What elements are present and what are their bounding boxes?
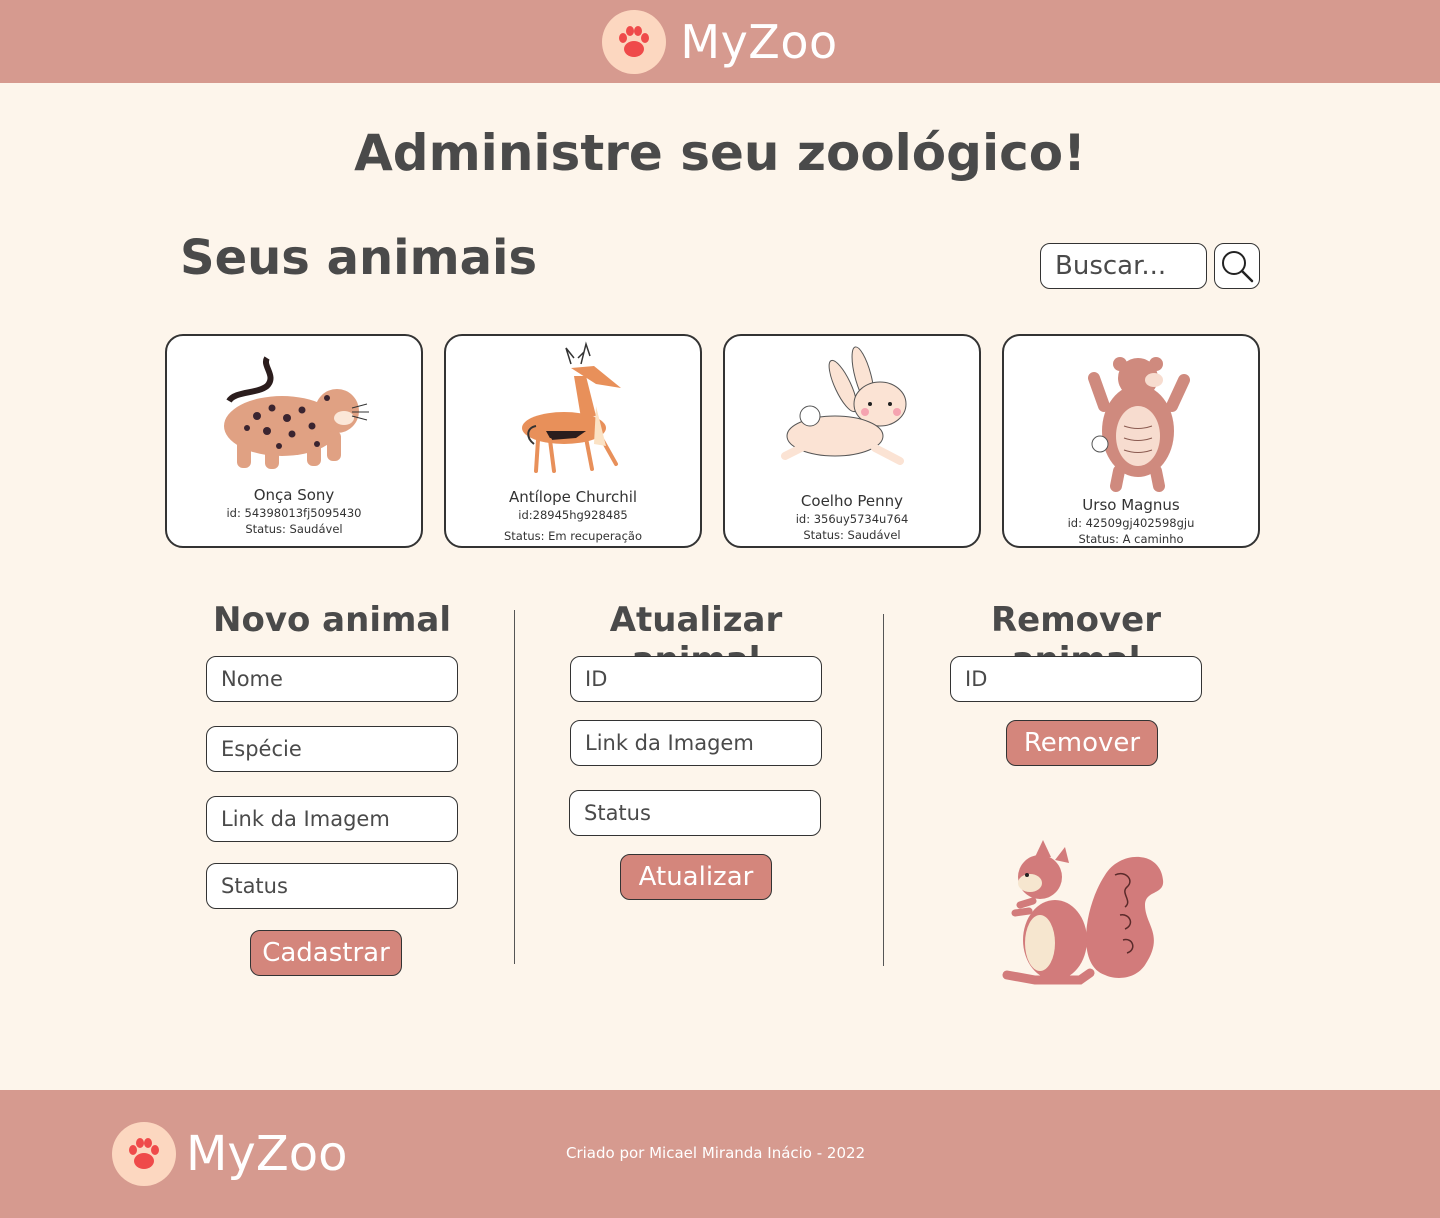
search-icon	[1222, 251, 1254, 283]
update-id-field[interactable]	[570, 656, 822, 702]
animal-id: id: 42509gj402598gju	[1067, 516, 1195, 530]
animal-card[interactable]: Onça Sony id: 54398013fj5095430 Status: …	[165, 334, 423, 548]
remove-id-field[interactable]	[950, 656, 1202, 702]
animal-status: Status: Saudável	[245, 522, 343, 536]
footer: MyZoo Criado por Micael Miranda Inácio -…	[0, 1090, 1440, 1218]
divider	[514, 610, 515, 964]
new-animal-title: Novo animal	[213, 600, 451, 640]
paw-logo-icon	[602, 9, 667, 74]
animal-card[interactable]: Antílope Churchil id:28945hg928485 Statu…	[444, 334, 702, 548]
brand-name[interactable]: MyZoo	[680, 15, 837, 69]
animal-id: id: 54398013fj5095430	[226, 506, 362, 520]
new-status-field[interactable]	[206, 863, 458, 909]
antelope-illustration-icon	[522, 341, 621, 473]
jaguar-illustration-icon	[224, 356, 369, 469]
animal-card[interactable]: Coelho Penny id: 356uy5734u764 Status: S…	[723, 334, 981, 548]
bear-illustration-icon	[1088, 357, 1190, 492]
animal-status: Status: Em recuperação	[503, 529, 643, 543]
update-image-link-field[interactable]	[570, 720, 822, 766]
new-name-field[interactable]	[206, 656, 458, 702]
animal-name: Onça Sony	[253, 486, 335, 504]
search-button[interactable]	[1214, 243, 1260, 289]
rabbit-illustration-icon	[781, 346, 907, 465]
animal-name: Urso Magnus	[1082, 496, 1180, 514]
page-title: Administre seu zoológico!	[354, 124, 1086, 182]
divider	[883, 614, 884, 966]
update-button[interactable]: Atualizar	[620, 854, 772, 900]
animal-name: Coelho Penny	[800, 492, 904, 510]
search-input[interactable]	[1040, 243, 1207, 289]
animal-card[interactable]: Urso Magnus id: 42509gj402598gju Status:…	[1002, 334, 1260, 548]
footer-credit: Criado por Micael Miranda Inácio - 2022	[566, 1144, 866, 1162]
animal-name: Antílope Churchil	[508, 488, 638, 506]
footer-logo[interactable]: MyZoo	[112, 1122, 347, 1186]
register-button[interactable]: Cadastrar	[250, 930, 402, 976]
remove-button[interactable]: Remover	[1006, 720, 1158, 766]
new-image-link-field[interactable]	[206, 796, 458, 842]
header: MyZoo	[0, 0, 1440, 83]
footer-brand-name: MyZoo	[186, 1126, 348, 1182]
paw-logo-icon	[112, 1122, 176, 1186]
animal-status: Status: A caminho	[1078, 532, 1184, 546]
animal-status: Status: Saudável	[803, 528, 901, 542]
animal-id: id:28945hg928485	[518, 508, 628, 522]
animal-id: id: 356uy5734u764	[795, 512, 909, 526]
update-status-field[interactable]	[569, 790, 821, 836]
squirrel-illustration-icon	[1002, 840, 1164, 985]
animals-section-title: Seus animais	[180, 230, 538, 286]
new-species-field[interactable]	[206, 726, 458, 772]
